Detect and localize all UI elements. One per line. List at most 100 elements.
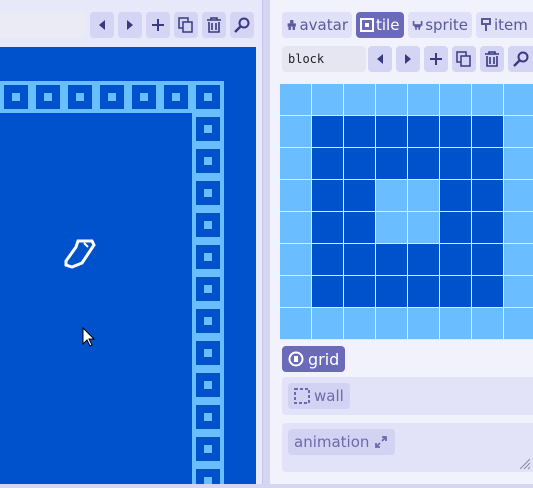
pixel-cell[interactable] bbox=[472, 276, 504, 308]
pixel-cell[interactable] bbox=[440, 148, 472, 180]
pixel-cell[interactable] bbox=[472, 84, 504, 116]
pixel-cell[interactable] bbox=[504, 276, 533, 308]
pixel-cell[interactable] bbox=[312, 148, 344, 180]
pixel-cell[interactable] bbox=[312, 212, 344, 244]
pixel-cell[interactable] bbox=[344, 308, 376, 340]
pixel-cell[interactable] bbox=[344, 244, 376, 276]
pixel-cell[interactable] bbox=[472, 308, 504, 340]
tab-sprite[interactable]: sprite bbox=[408, 12, 472, 38]
pixel-cell[interactable] bbox=[504, 212, 533, 244]
pixel-cell[interactable] bbox=[440, 180, 472, 212]
pixel-cell[interactable] bbox=[408, 148, 440, 180]
pixel-cell[interactable] bbox=[440, 84, 472, 116]
pixel-cell[interactable] bbox=[280, 212, 312, 244]
tile-paint-canvas[interactable] bbox=[280, 84, 533, 340]
room-name-field[interactable] bbox=[0, 12, 86, 38]
pixel-cell[interactable] bbox=[408, 116, 440, 148]
pixel-cell[interactable] bbox=[440, 116, 472, 148]
grid-toggle-label: grid bbox=[308, 349, 340, 369]
pixel-cell[interactable] bbox=[440, 308, 472, 340]
copy-room-button[interactable] bbox=[174, 12, 198, 38]
prev-room-button[interactable] bbox=[90, 12, 114, 38]
wall-toggle-label: wall bbox=[314, 387, 344, 405]
pixel-cell[interactable] bbox=[408, 308, 440, 340]
room-tiles bbox=[0, 81, 224, 488]
pixel-cell[interactable] bbox=[376, 116, 408, 148]
pixel-cell[interactable] bbox=[472, 116, 504, 148]
wall-tile bbox=[96, 81, 128, 113]
pixel-cell[interactable] bbox=[504, 116, 533, 148]
pixel-cell[interactable] bbox=[344, 180, 376, 212]
pixel-cell[interactable] bbox=[344, 148, 376, 180]
pixel-cell[interactable] bbox=[280, 244, 312, 276]
copy-icon bbox=[456, 51, 471, 67]
item-icon bbox=[481, 18, 491, 31]
pixel-cell[interactable] bbox=[472, 180, 504, 212]
pixel-cell[interactable] bbox=[376, 84, 408, 116]
resize-handle-icon[interactable] bbox=[517, 456, 531, 470]
pixel-cell[interactable] bbox=[376, 148, 408, 180]
pixel-cell[interactable] bbox=[312, 244, 344, 276]
pixel-cell[interactable] bbox=[440, 244, 472, 276]
pixel-cell[interactable] bbox=[280, 148, 312, 180]
wall-tile bbox=[192, 401, 224, 433]
tab-tile[interactable]: tile bbox=[356, 12, 404, 38]
next-icon bbox=[127, 20, 133, 30]
pixel-cell[interactable] bbox=[376, 276, 408, 308]
pixel-cell[interactable] bbox=[312, 308, 344, 340]
tab-item[interactable]: item bbox=[476, 12, 533, 38]
pixel-cell[interactable] bbox=[408, 180, 440, 212]
search-room-button[interactable] bbox=[230, 12, 254, 38]
pixel-cell[interactable] bbox=[280, 116, 312, 148]
pixel-cell[interactable] bbox=[280, 276, 312, 308]
add-room-button[interactable] bbox=[146, 12, 170, 38]
wall-toggle[interactable]: wall bbox=[288, 383, 350, 409]
next-room-button[interactable] bbox=[118, 12, 142, 38]
pixel-cell[interactable] bbox=[376, 180, 408, 212]
room-canvas[interactable] bbox=[0, 47, 256, 488]
pixel-cell[interactable] bbox=[408, 84, 440, 116]
pixel-cell[interactable] bbox=[504, 180, 533, 212]
pixel-cell[interactable] bbox=[504, 308, 533, 340]
pixel-cell[interactable] bbox=[344, 84, 376, 116]
wall-tile bbox=[192, 177, 224, 209]
grid-toggle-button[interactable]: grid bbox=[282, 346, 346, 372]
tile-editor-panel: avatar tile sprite item block grid wall … bbox=[270, 0, 533, 484]
pixel-cell[interactable] bbox=[440, 276, 472, 308]
pixel-cell[interactable] bbox=[312, 180, 344, 212]
pixel-cell[interactable] bbox=[472, 148, 504, 180]
pixel-cell[interactable] bbox=[408, 244, 440, 276]
tile-name-field[interactable]: block bbox=[282, 46, 366, 72]
pixel-cell[interactable] bbox=[344, 276, 376, 308]
pixel-cell[interactable] bbox=[408, 276, 440, 308]
pixel-cell[interactable] bbox=[376, 244, 408, 276]
pixel-cell[interactable] bbox=[344, 212, 376, 244]
pixel-cell[interactable] bbox=[440, 212, 472, 244]
pixel-cell[interactable] bbox=[376, 308, 408, 340]
wall-tiles bbox=[0, 81, 224, 488]
pixel-cell[interactable] bbox=[472, 244, 504, 276]
prev-tile-button[interactable] bbox=[368, 46, 392, 72]
animation-card: animation bbox=[282, 423, 533, 472]
pixel-cell[interactable] bbox=[312, 276, 344, 308]
copy-tile-button[interactable] bbox=[452, 46, 476, 72]
pixel-cell[interactable] bbox=[344, 116, 376, 148]
pixel-cell[interactable] bbox=[280, 180, 312, 212]
delete-tile-button[interactable] bbox=[480, 46, 504, 72]
pixel-cell[interactable] bbox=[376, 212, 408, 244]
tab-avatar[interactable]: avatar bbox=[282, 12, 352, 38]
pixel-cell[interactable] bbox=[280, 308, 312, 340]
add-tile-button[interactable] bbox=[424, 46, 448, 72]
pixel-cell[interactable] bbox=[472, 212, 504, 244]
next-tile-button[interactable] bbox=[396, 46, 420, 72]
pixel-cell[interactable] bbox=[504, 148, 533, 180]
delete-room-button[interactable] bbox=[202, 12, 226, 38]
pixel-cell[interactable] bbox=[280, 84, 312, 116]
pixel-cell[interactable] bbox=[312, 84, 344, 116]
pixel-cell[interactable] bbox=[408, 212, 440, 244]
search-tile-button[interactable] bbox=[508, 46, 533, 72]
animation-toggle[interactable]: animation bbox=[288, 429, 396, 455]
pixel-cell[interactable] bbox=[504, 244, 533, 276]
pixel-cell[interactable] bbox=[312, 116, 344, 148]
pixel-cell[interactable] bbox=[504, 84, 533, 116]
